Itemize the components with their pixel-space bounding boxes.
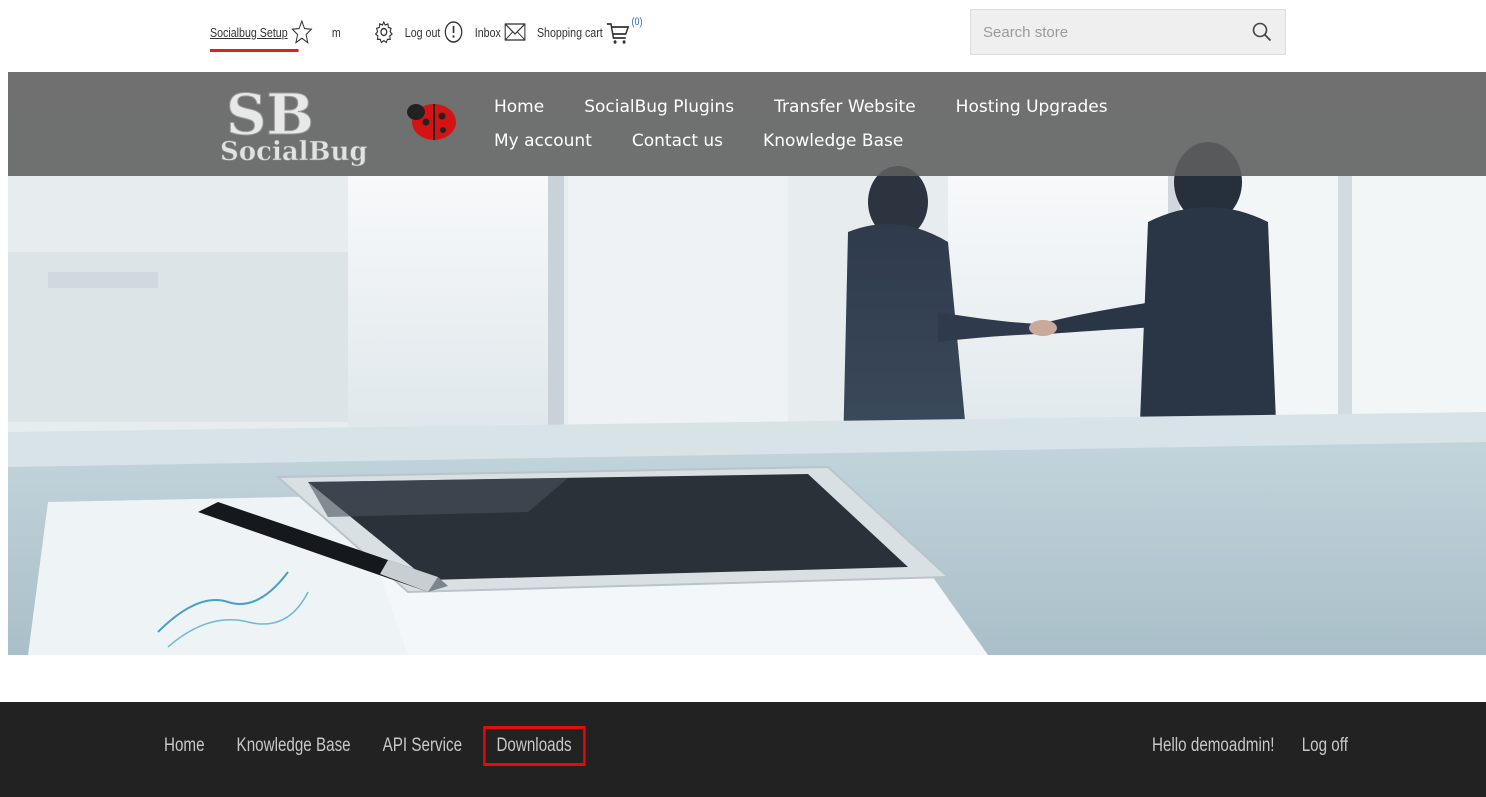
main-nav-row-1: Home SocialBug Plugins Transfer Website … [494, 90, 1254, 124]
socialbug-setup-link[interactable]: Socialbug Setup [210, 20, 313, 52]
inbox-link[interactable]: Inbox [475, 22, 526, 42]
power-icon [444, 21, 463, 43]
account-link[interactable]: m [332, 25, 341, 40]
main-nav-home[interactable]: Home [494, 97, 544, 117]
search-box [970, 9, 1286, 55]
main-nav-contact-us[interactable]: Contact us [632, 131, 723, 151]
logo-text-socialbug: SocialBug [220, 137, 368, 167]
hero-banner: SB SocialBug Home SocialBug Plugins Tran… [8, 72, 1486, 655]
logout-link[interactable]: Log out [405, 20, 464, 44]
star-icon [290, 20, 313, 44]
footer-nav-left: Home Knowledge Base API Service Download… [164, 726, 617, 766]
footer-nav-home[interactable]: Home [164, 735, 205, 757]
gear-icon [374, 20, 393, 44]
inbox-label: Inbox [474, 24, 501, 40]
settings-link[interactable] [370, 20, 393, 44]
shopping-cart-link[interactable]: Shopping cart (0) [536, 16, 643, 45]
user-initial: m [331, 24, 341, 40]
cart-label: Shopping cart [536, 24, 603, 40]
socialbug-setup-label: Socialbug Setup [210, 24, 288, 40]
main-nav-knowledge-base[interactable]: Knowledge Base [763, 131, 903, 151]
ladybug-icon [407, 104, 456, 140]
logoff-link[interactable]: Log off [1302, 735, 1348, 757]
main-nav-transfer-website[interactable]: Transfer Website [774, 97, 916, 117]
greeting-text: Hello demoadmin! [1152, 735, 1275, 756]
header-links: Socialbug Setup m Log out Inbox Shopping… [210, 16, 654, 52]
top-header: Socialbug Setup m Log out Inbox Shopping… [0, 0, 1486, 72]
footer-nav-knowledge-base[interactable]: Knowledge Base [237, 735, 351, 757]
socialbug-logo[interactable]: SB SocialBug [212, 82, 472, 168]
footer-nav-bar: Home Knowledge Base API Service Download… [0, 702, 1486, 797]
logout-label: Log out [404, 24, 441, 40]
setup-red-underline [210, 49, 299, 52]
search-icon[interactable] [1251, 21, 1273, 43]
cart-icon [606, 23, 630, 44]
main-nav-row-2: My account Contact us Knowledge Base [494, 124, 1254, 158]
footer-nav-right: Hello demoadmin! Log off [1152, 726, 1375, 766]
cart-count: (0) [631, 16, 643, 28]
main-navigation: Home SocialBug Plugins Transfer Website … [494, 90, 1254, 158]
main-nav-socialbug-plugins[interactable]: SocialBug Plugins [584, 97, 734, 117]
footer-nav-downloads[interactable]: Downloads [482, 726, 586, 766]
main-nav-hosting-upgrades[interactable]: Hosting Upgrades [956, 97, 1108, 117]
main-nav-band: SB SocialBug Home SocialBug Plugins Tran… [8, 72, 1486, 176]
main-nav-my-account[interactable]: My account [494, 131, 592, 151]
envelope-icon [504, 23, 526, 41]
footer-nav-api-service[interactable]: API Service [383, 735, 462, 757]
search-input[interactable] [971, 10, 1241, 54]
